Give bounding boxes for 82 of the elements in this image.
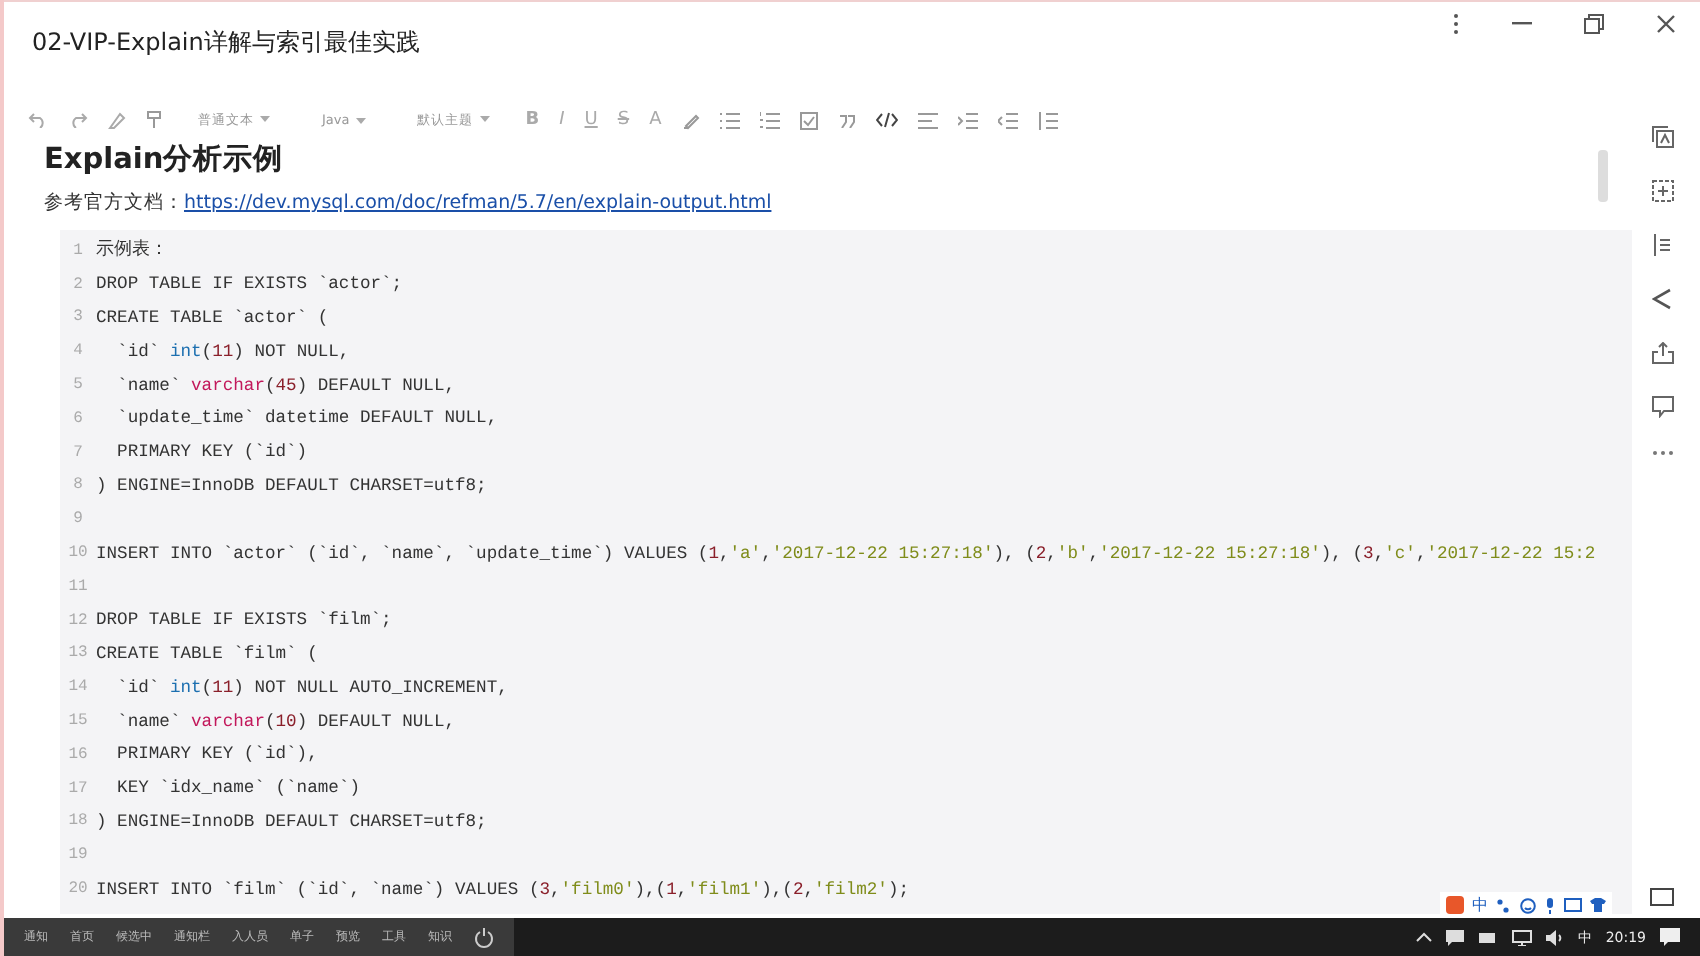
code-line: `update_time` datetime DEFAULT NULL,	[115, 408, 498, 429]
line-number: 1	[71, 241, 85, 260]
punctuation-icon[interactable]	[1496, 897, 1512, 913]
comment-icon[interactable]	[1651, 396, 1673, 418]
align-icon[interactable]	[917, 111, 938, 129]
ime-mode[interactable]: 中	[1472, 894, 1488, 916]
checkbox-icon[interactable]	[799, 111, 818, 129]
line-number: 19	[66, 846, 90, 865]
share-icon[interactable]	[1652, 288, 1672, 310]
outline-icon[interactable]	[1651, 126, 1673, 148]
code-line: PRIMARY KEY (`id`),	[115, 744, 318, 765]
code-line: ) ENGINE=InnoDB DEFAULT CHARSET=utf8;	[96, 811, 487, 832]
highlighter-icon[interactable]	[681, 111, 700, 129]
code-line: CREATE TABLE `film` (	[96, 643, 318, 664]
export-icon[interactable]	[1651, 342, 1673, 364]
code-line: `name` varchar(10) DEFAULT NULL,	[115, 711, 455, 732]
code-line: DROP TABLE IF EXISTS `film`;	[96, 610, 392, 631]
code-line: CREATE TABLE `actor` (	[96, 307, 329, 328]
more-icon[interactable]	[1651, 450, 1673, 456]
power-icon[interactable]	[474, 927, 494, 947]
line-number: 16	[66, 745, 90, 764]
caret-icon	[260, 116, 270, 123]
microphone-icon[interactable]	[1544, 897, 1556, 913]
emoji-icon[interactable]	[1520, 897, 1536, 913]
caret-icon	[479, 116, 490, 123]
insert-icon[interactable]	[1651, 180, 1673, 202]
line-number: 11	[66, 577, 90, 596]
line-number: 14	[66, 678, 90, 697]
reference-label: 参考官方文档：	[44, 190, 184, 216]
shirt-icon[interactable]	[1590, 898, 1606, 912]
numbered-list-icon[interactable]	[759, 111, 780, 129]
window-icon[interactable]	[1650, 888, 1674, 906]
code-line: ) ENGINE=InnoDB DEFAULT CHARSET=utf8;	[96, 475, 487, 496]
line-number: 9	[71, 510, 85, 529]
line-number: 13	[66, 644, 90, 663]
keyboard-icon[interactable]	[1564, 898, 1582, 912]
scrollbar-thumb[interactable]	[1598, 150, 1608, 202]
line-number: 17	[66, 779, 90, 798]
code-line: `id` int(11) NOT NULL,	[115, 341, 350, 362]
code-line: `name` varchar(45) DEFAULT NULL,	[115, 375, 455, 396]
quote-icon[interactable]	[837, 113, 856, 127]
code-line: `id` int(11) NOT NULL AUTO_INCREMENT,	[115, 677, 508, 698]
code-line: 示例表：	[96, 238, 168, 263]
minimize-icon[interactable]	[1512, 22, 1532, 26]
line-number: 3	[71, 308, 85, 327]
code-line: INSERT INTO `actor` (`id`, `name`, `update_time`) VALUES (1,'a','2017-12-22 15:27:18'), (2,'b','2017-12-22 15:27:18'), (3,'c','2017-12-22 15:2	[96, 543, 1596, 564]
battery-icon[interactable]	[1477, 931, 1498, 943]
message-icon[interactable]	[1445, 929, 1464, 945]
line-number: 12	[66, 611, 90, 630]
speaker-icon[interactable]	[1545, 929, 1564, 945]
caret-up-icon[interactable]	[1415, 932, 1432, 942]
ime-logo-icon[interactable]	[1446, 896, 1464, 914]
line-height-icon[interactable]	[1037, 111, 1058, 129]
line-number: 4	[71, 342, 85, 361]
more-icon[interactable]	[1452, 12, 1460, 36]
code-line: KEY `idx_name` (`name`)	[115, 778, 360, 799]
indent-icon[interactable]	[957, 111, 978, 129]
outdent-icon[interactable]	[997, 111, 1018, 129]
notification-icon[interactable]	[1660, 928, 1680, 946]
code-line: PRIMARY KEY (`id`)	[115, 442, 308, 463]
code-icon[interactable]	[875, 112, 898, 128]
code-line: DROP TABLE IF EXISTS `actor`;	[96, 274, 403, 295]
close-icon[interactable]	[1656, 14, 1676, 34]
monitor-icon[interactable]	[1511, 929, 1532, 945]
line-number: 10	[66, 544, 90, 563]
line-number: 6	[71, 409, 85, 428]
brush-icon[interactable]	[146, 110, 162, 130]
line-number: 7	[71, 443, 85, 462]
line-number: 15	[66, 712, 90, 731]
line-number: 8	[71, 476, 85, 495]
bullet-list-icon[interactable]	[719, 111, 740, 129]
line-number: 2	[71, 275, 85, 294]
code-line: INSERT INTO `film` (`id`, `name`) VALUES (3,'film0'),(1,'film1'),(2,'film2');	[96, 879, 910, 900]
restore-icon[interactable]	[1584, 14, 1604, 34]
reference-link[interactable]: https://dev.mysql.com/doc/refman/5.7/en/explain-output.html	[184, 192, 772, 214]
line-number: 20	[66, 880, 90, 899]
line-number: 5	[71, 376, 85, 395]
line-number: 18	[66, 812, 90, 831]
document-heading: Explain分析示例	[44, 142, 284, 178]
window-title: 02-VIP-Explain详解与索引最佳实践	[32, 25, 420, 59]
document-icon[interactable]	[1653, 234, 1671, 256]
caret-icon	[355, 117, 366, 124]
